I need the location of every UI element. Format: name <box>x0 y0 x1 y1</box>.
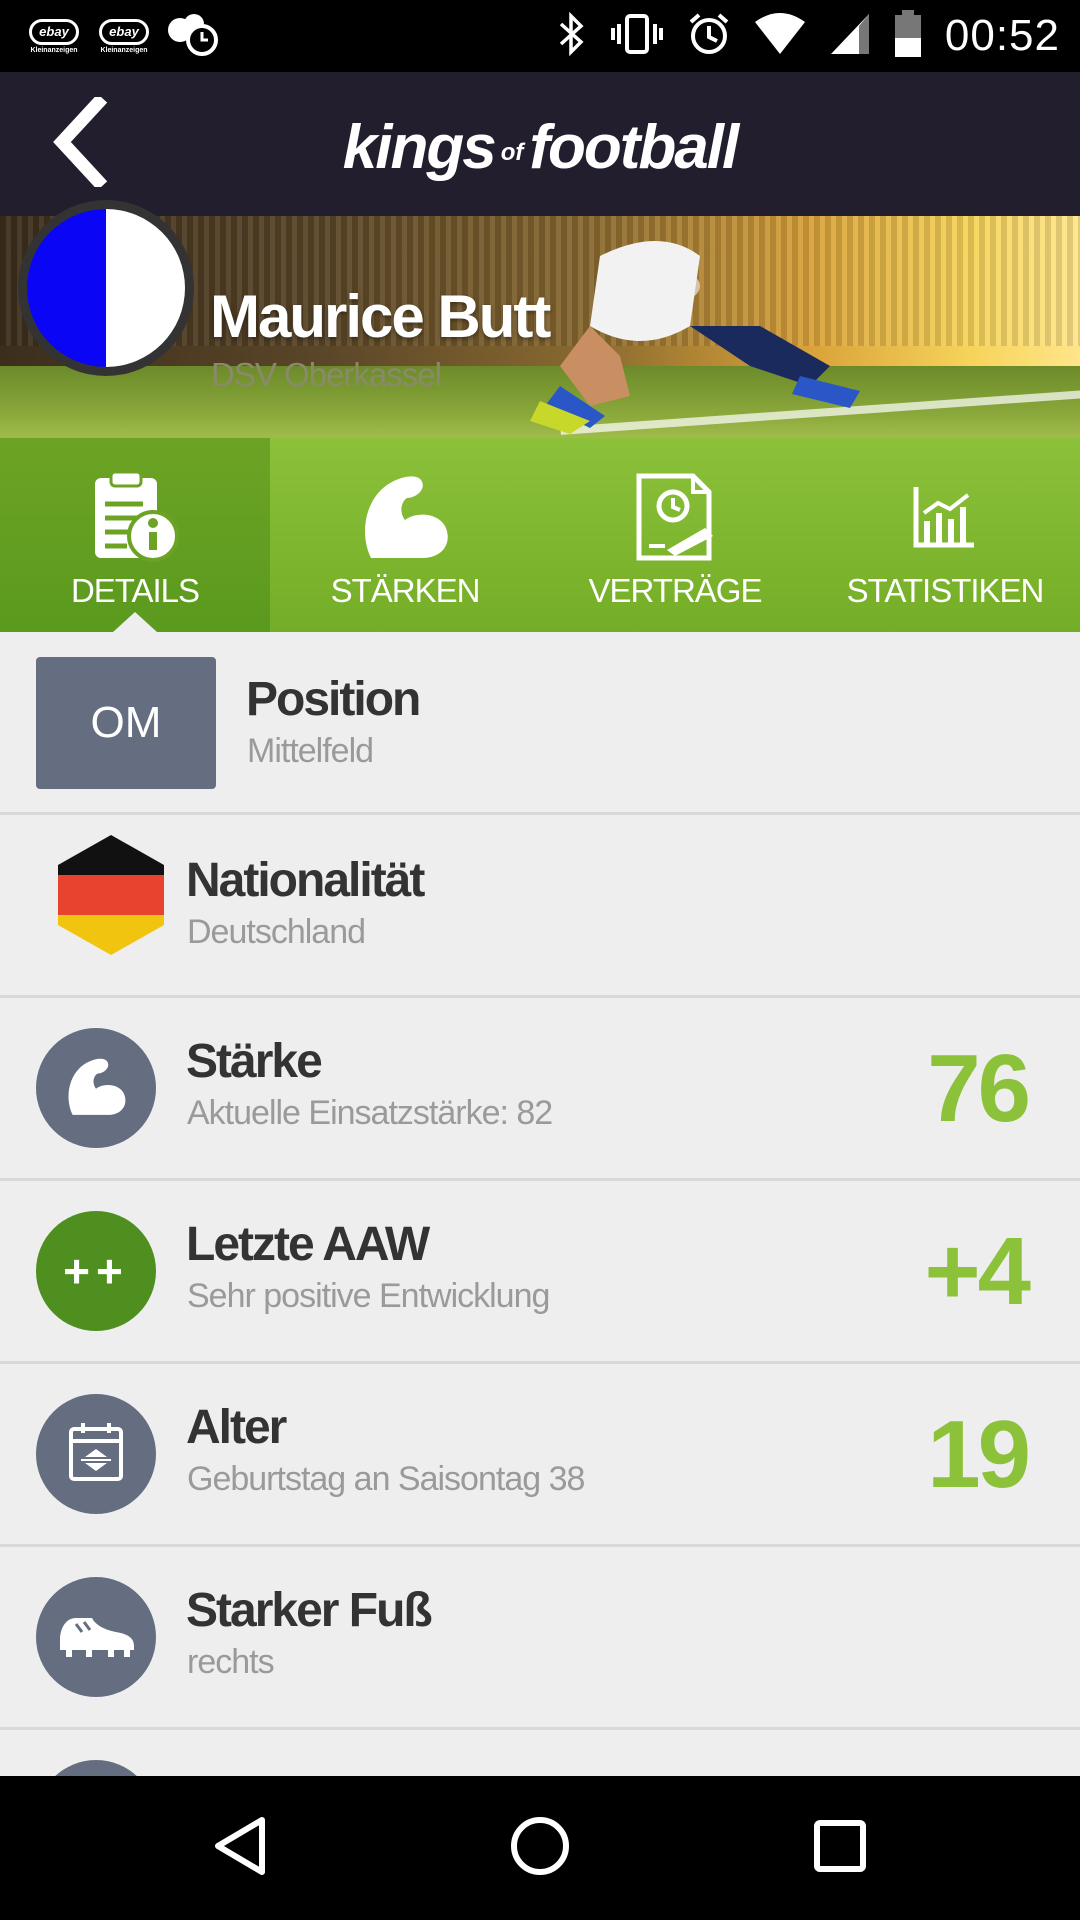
last-aaw-title: Letzte AAW <box>186 1218 430 1271</box>
next-row-partial <box>0 1730 1080 1776</box>
muscle-icon <box>63 1053 129 1124</box>
nationality-value: Deutschland <box>187 913 366 951</box>
position-row: OM Position Mittelfeld <box>0 632 1080 815</box>
last-aaw-subtitle: Sehr positive Entwicklung <box>187 1277 550 1315</box>
player-tabs: DETAILS STÄRKEN VERTRÄGE STATISTIKEN <box>0 438 1080 632</box>
nationality-row: Nationalität Deutschland <box>0 815 1080 998</box>
club-name: DSV Oberkassel <box>211 356 442 393</box>
age-value: 19 <box>927 1401 1031 1508</box>
tab-staerken[interactable]: STÄRKEN <box>270 438 540 632</box>
position-badge: OM <box>36 657 216 789</box>
kleinanzeigen-alarm-icon <box>166 10 222 63</box>
status-bar: ebay Kleinanzeigen ebay Kleinanzeigen 00… <box>0 0 1080 72</box>
details-icon <box>87 466 183 566</box>
details-list: OM Position Mittelfeld Nationalität Deut… <box>0 632 1080 1776</box>
tab-vertraege-label: VERTRÄGE <box>588 572 763 609</box>
circle-home-icon <box>508 1814 572 1883</box>
last-aaw-value: +4 <box>924 1218 1031 1325</box>
clock: 00:52 <box>944 11 1060 60</box>
football-boot-icon <box>56 1610 136 1665</box>
alarm-icon <box>687 12 731 61</box>
notification-icons: ebay Kleinanzeigen ebay Kleinanzeigen <box>26 12 222 60</box>
tab-vertraege[interactable]: VERTRÄGE <box>540 438 810 632</box>
wifi-icon <box>753 12 807 61</box>
player-name: Maurice Butt <box>210 283 551 350</box>
strong-foot-title: Starker Fuß <box>186 1584 433 1637</box>
app-bar: kings offootball <box>0 72 1080 216</box>
contract-icon <box>627 466 723 566</box>
strength-value: 76 <box>927 1035 1031 1142</box>
nav-home-button[interactable] <box>490 1798 590 1898</box>
nav-recents-button[interactable] <box>790 1798 890 1898</box>
strength-subtitle: Aktuelle Einsatzstärke: 82 <box>187 1094 553 1132</box>
germany-flag-icon <box>58 835 164 955</box>
triangle-back-icon <box>210 1814 270 1883</box>
tab-details-label: DETAILS <box>70 572 200 609</box>
strength-title: Stärke <box>186 1035 323 1088</box>
aaw-badge: ++ <box>36 1211 156 1331</box>
battery-icon <box>893 9 923 63</box>
age-icon-circle <box>36 1394 156 1514</box>
position-title: Position <box>246 673 421 726</box>
strength-row: Stärke Aktuelle Einsatzstärke: 82 76 <box>0 998 1080 1181</box>
ebay-kleinanzeigen-icon: ebay Kleinanzeigen <box>26 16 82 56</box>
ebay-kleinanzeigen-icon: ebay Kleinanzeigen <box>96 16 152 56</box>
tab-staerken-label: STÄRKEN <box>330 572 481 609</box>
chart-icon <box>910 466 980 566</box>
age-row: Alter Geburtstag an Saisontag 38 19 <box>0 1364 1080 1547</box>
nav-back-button[interactable] <box>190 1798 290 1898</box>
calendar-icon <box>67 1421 125 1488</box>
bluetooth-icon <box>557 11 587 61</box>
strong-foot-row: Starker Fuß rechts <box>0 1547 1080 1730</box>
next-row-icon-circle <box>36 1760 156 1776</box>
age-subtitle: Geburtstag an Saisontag 38 <box>187 1460 585 1498</box>
strength-icon-circle <box>36 1028 156 1148</box>
vibrate-icon <box>609 12 665 61</box>
tab-statistiken[interactable]: STATISTIKEN <box>810 438 1080 632</box>
signal-icon <box>829 12 871 61</box>
strong-foot-icon-circle <box>36 1577 156 1697</box>
tab-details[interactable]: DETAILS <box>0 438 270 632</box>
age-title: Alter <box>186 1401 287 1454</box>
club-crest <box>18 200 194 376</box>
system-status-icons: 00:52 <box>557 8 1060 64</box>
muscle-icon <box>357 466 453 566</box>
last-aaw-row: ++ Letzte AAW Sehr positive Entwicklung … <box>0 1181 1080 1364</box>
kneeling-player-image <box>530 241 860 434</box>
nationality-title: Nationalität <box>186 854 425 907</box>
position-value: Mittelfeld <box>247 732 374 770</box>
strong-foot-value: rechts <box>187 1643 275 1681</box>
system-nav-bar <box>0 1776 1080 1920</box>
square-recents-icon <box>812 1818 868 1879</box>
app-logo: kings offootball <box>342 113 739 182</box>
tab-statistiken-label: STATISTIKEN <box>846 572 1045 609</box>
